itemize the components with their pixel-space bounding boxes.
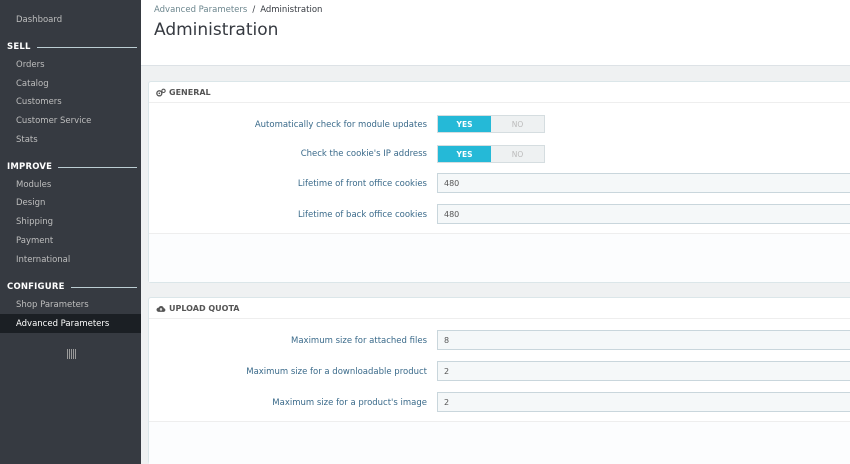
panel-title: GENERAL (169, 87, 211, 97)
divider (58, 166, 137, 168)
label-back-office-cookies: Lifetime of back office cookies (297, 210, 427, 220)
page-header: Advanced Parameters / Administration Admin… (141, 0, 850, 66)
panel-title: UPLOAD QUOTA (169, 303, 240, 313)
downloadable-product-input[interactable]: 2 (437, 361, 850, 381)
breadcrumb-separator: / (252, 5, 256, 15)
product-image-input[interactable]: 2 (437, 392, 850, 412)
breadcrumb: Advanced Parameters / Administration (154, 5, 322, 15)
back-office-cookies-input[interactable]: 480 (437, 204, 850, 224)
breadcrumb-item-administration: Administration (260, 5, 323, 15)
sidebar-item-stats[interactable]: Stats (16, 135, 38, 145)
divider (70, 286, 137, 288)
sidebar-item-dashboard[interactable]: Dashboard (16, 15, 62, 25)
label-cookie-ip: Check the cookie's IP address (300, 149, 427, 159)
sidebar-section-label: IMPROVE (7, 162, 53, 172)
no-option[interactable]: NO (491, 146, 544, 162)
sidebar-section-label: CONFIGURE (7, 282, 65, 292)
sidebar-item-shipping[interactable]: Shipping (16, 217, 53, 227)
module-updates-switch: YES NO (437, 115, 545, 133)
sidebar-item-advanced-parameters[interactable]: Advanced Parameters (16, 319, 109, 329)
cloud-upload-icon (156, 305, 166, 312)
cogs-icon (156, 88, 166, 96)
divider (36, 46, 137, 48)
sidebar-section-improve: IMPROVE (7, 161, 137, 173)
yes-option[interactable]: YES (438, 116, 491, 132)
sidebar-item-modules[interactable]: Modules (16, 180, 51, 190)
attached-files-input[interactable]: 8 (437, 330, 850, 350)
yes-option[interactable]: YES (438, 146, 491, 162)
label-product-image: Maximum size for a product's image (272, 398, 427, 408)
sidebar-item-customer-service[interactable]: Customer Service (16, 116, 91, 126)
panel-footer (149, 233, 850, 282)
sidebar-item-shop-parameters[interactable]: Shop Parameters (16, 300, 89, 310)
sidebar-item-international[interactable]: International (16, 255, 70, 265)
bars-icon[interactable] (67, 349, 76, 359)
panel-heading-upload: UPLOAD QUOTA (149, 298, 850, 319)
panel-heading-general: GENERAL (149, 82, 850, 103)
general-panel: GENERAL Automatically check for module u… (148, 81, 850, 283)
label-front-office-cookies: Lifetime of front office cookies (297, 179, 427, 189)
sidebar-item-design[interactable]: Design (16, 198, 45, 208)
panel-footer (149, 421, 850, 464)
sidebar-item-customers[interactable]: Customers (16, 97, 62, 107)
label-downloadable-product: Maximum size for a downloadable product (246, 367, 427, 377)
front-office-cookies-input[interactable]: 480 (437, 173, 850, 193)
label-attached-files: Maximum size for attached files (291, 336, 427, 346)
cookie-ip-switch: YES NO (437, 145, 545, 163)
sidebar-section-sell: SELL (7, 41, 137, 53)
upload-quota-panel: UPLOAD QUOTA Maximum size for attached f… (148, 297, 850, 464)
label-module-updates: Automatically check for module updates (254, 120, 427, 130)
breadcrumb-item-advanced-parameters[interactable]: Advanced Parameters (154, 5, 247, 15)
sidebar-item-orders[interactable]: Orders (16, 60, 45, 70)
sidebar-section-configure: CONFIGURE (7, 281, 137, 293)
page-title: Administration (154, 20, 279, 40)
sidebar-item-catalog[interactable]: Catalog (16, 79, 49, 89)
sidebar-section-label: SELL (7, 42, 31, 52)
no-option[interactable]: NO (491, 116, 544, 132)
sidebar-item-payment[interactable]: Payment (16, 236, 53, 246)
sidebar: Dashboard SELL Orders Catalog Customers … (0, 0, 141, 464)
